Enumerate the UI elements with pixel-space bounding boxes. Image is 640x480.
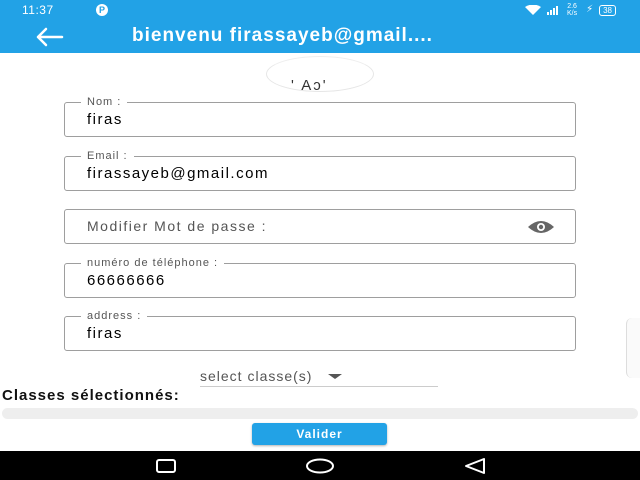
avatar-text: ' Aɔ' [291, 77, 328, 92]
email-label: Email : [81, 149, 134, 163]
phone-field[interactable]: numéro de téléphone : 66666666 [64, 256, 576, 298]
net-speed-value: 2.6 [567, 3, 577, 10]
dropdown-underline [200, 386, 438, 387]
email-field[interactable]: Email : firassayeb@gmail.com [64, 149, 576, 191]
address-label: address : [81, 309, 148, 323]
navigation-bar [0, 451, 640, 480]
phone-label: numéro de téléphone : [81, 256, 225, 270]
dropdown-arrow-icon [328, 373, 343, 379]
back-nav-icon[interactable] [460, 457, 490, 475]
address-field[interactable]: address : firas [64, 309, 576, 351]
status-indicators: 2.6 K/s ⚡ 38 [525, 3, 616, 17]
eye-icon[interactable] [527, 219, 555, 235]
nom-field[interactable]: Nom : firas [64, 95, 576, 137]
signal-icon [547, 5, 559, 15]
home-icon[interactable] [305, 457, 335, 475]
battery-level: 38 [599, 4, 616, 16]
classes-dropdown[interactable]: select classe(s) [200, 367, 343, 385]
net-speed-unit: K/s [567, 10, 578, 17]
app-bar: bienvenu firassayeb@gmail.... [0, 20, 640, 53]
network-speed: 2.6 K/s [564, 3, 580, 17]
page-title: bienvenu firassayeb@gmail.... [132, 25, 433, 46]
phone-value[interactable]: 66666666 [87, 272, 166, 289]
nom-label: Nom : [81, 95, 128, 109]
classes-dropdown-label: select classe(s) [200, 368, 313, 384]
arrow-left-icon[interactable] [34, 26, 66, 48]
app-notification-icon: P [96, 4, 108, 16]
selected-classes-title: Classes sélectionnés: [2, 387, 180, 404]
valider-button[interactable]: Valider [252, 423, 387, 445]
password-field[interactable]: Modifier Mot de passe : [64, 209, 576, 244]
nom-value[interactable]: firas [87, 111, 123, 128]
selected-classes-list [2, 408, 638, 419]
address-value[interactable]: firas [87, 325, 123, 342]
wifi-icon [525, 5, 542, 15]
status-bar: 11:37 P 2.6 K/s ⚡ 38 [0, 0, 640, 20]
password-placeholder: Modifier Mot de passe : [87, 218, 268, 234]
charging-icon: ⚡ [586, 4, 594, 15]
scroll-handle[interactable] [626, 318, 640, 378]
recent-apps-icon[interactable] [151, 457, 181, 475]
status-time: 11:37 [22, 3, 54, 17]
email-value[interactable]: firassayeb@gmail.com [87, 165, 269, 182]
avatar[interactable]: ' Aɔ' [266, 56, 374, 92]
